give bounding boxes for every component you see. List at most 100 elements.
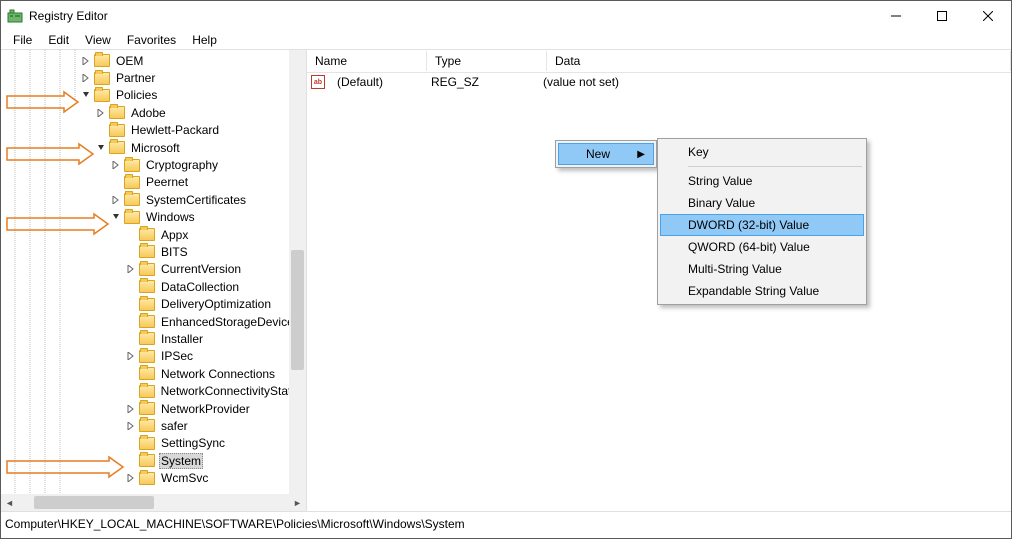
tree-node[interactable]: Network Connections — [1, 365, 306, 382]
tree-node[interactable]: SettingSync — [1, 435, 306, 452]
menu-view[interactable]: View — [77, 31, 119, 49]
chevron-right-icon[interactable] — [125, 472, 137, 484]
chevron-right-icon[interactable] — [110, 159, 122, 171]
tree-node[interactable]: BITS — [1, 243, 306, 260]
tree-node[interactable]: Hewlett-Packard — [1, 122, 306, 139]
chevron-right-icon[interactable] — [125, 403, 137, 415]
chevron-right-icon[interactable] — [95, 107, 107, 119]
submenu-arrow-icon: ▶ — [637, 149, 645, 160]
menu-item-label: Multi-String Value — [688, 262, 782, 276]
menu-item-qword-value[interactable]: QWORD (64-bit) Value — [660, 236, 864, 258]
menu-favorites[interactable]: Favorites — [119, 31, 184, 49]
menu-item-new[interactable]: New ▶ — [558, 143, 654, 165]
tree-node-label: Hewlett-Packard — [129, 123, 221, 137]
folder-icon — [139, 367, 155, 380]
tree-node[interactable]: Partner — [1, 69, 306, 86]
tree-node-label: SystemCertificates — [144, 193, 248, 207]
menu-item-expandable-string-value[interactable]: Expandable String Value — [660, 280, 864, 302]
context-submenu-new: Key String Value Binary Value DWORD (32-… — [657, 138, 867, 305]
tree-node[interactable]: NetworkProvider — [1, 400, 306, 417]
menu-edit[interactable]: Edit — [40, 31, 77, 49]
menu-item-binary-value[interactable]: Binary Value — [660, 192, 864, 214]
close-button[interactable] — [965, 1, 1011, 31]
tree-node[interactable]: safer — [1, 417, 306, 434]
chevron-none — [125, 246, 137, 258]
tree-node[interactable]: EnhancedStorageDevices — [1, 313, 306, 330]
chevron-right-icon[interactable] — [80, 72, 92, 84]
context-menu: New ▶ — [555, 140, 657, 168]
chevron-down-icon[interactable] — [95, 142, 107, 154]
tree-node-label: Microsoft — [129, 141, 182, 155]
tree-node[interactable]: WcmSvc — [1, 469, 306, 486]
chevron-down-icon[interactable] — [80, 89, 92, 101]
cell-type: REG_SZ — [423, 75, 535, 89]
tree-node[interactable]: DeliveryOptimization — [1, 295, 306, 312]
chevron-right-icon[interactable] — [80, 55, 92, 67]
tree-node[interactable]: CurrentVersion — [1, 261, 306, 278]
menu-item-key[interactable]: Key — [660, 141, 864, 163]
tree-node[interactable]: Peernet — [1, 174, 306, 191]
tree-vertical-scrollbar[interactable] — [289, 50, 306, 494]
registry-tree[interactable]: OEMPartnerPoliciesAdobe Hewlett-Packard Mi… — [1, 50, 306, 487]
cell-name: (Default) — [329, 75, 423, 89]
tree-node[interactable]: Cryptography — [1, 156, 306, 173]
tree-node[interactable]: Appx — [1, 226, 306, 243]
menu-help[interactable]: Help — [184, 31, 225, 49]
tree-node[interactable]: Microsoft — [1, 139, 306, 156]
folder-icon — [139, 472, 155, 485]
chevron-right-icon[interactable] — [125, 350, 137, 362]
string-value-icon: ab — [311, 75, 325, 89]
tree-node-label: Network Connections — [159, 367, 277, 381]
chevron-none — [125, 385, 137, 397]
folder-icon — [139, 263, 155, 276]
column-name[interactable]: Name — [307, 51, 427, 71]
folder-icon — [139, 350, 155, 363]
menu-item-label: String Value — [688, 174, 752, 188]
folder-icon — [139, 454, 155, 467]
chevron-none — [125, 437, 137, 449]
column-data[interactable]: Data — [547, 51, 1011, 71]
folder-icon — [139, 402, 155, 415]
tree-node-label: System — [159, 453, 203, 469]
tree-horizontal-scrollbar[interactable]: ◄► — [1, 494, 306, 511]
menu-item-dword-value[interactable]: DWORD (32-bit) Value — [660, 214, 864, 236]
chevron-none — [125, 229, 137, 241]
tree-node[interactable]: NetworkConnectivityStatus — [1, 382, 306, 399]
folder-icon — [139, 385, 155, 398]
tree-node[interactable]: Windows — [1, 209, 306, 226]
menu-item-label: Expandable String Value — [688, 284, 819, 298]
folder-icon — [94, 89, 110, 102]
tree-node[interactable]: SystemCertificates — [1, 191, 306, 208]
chevron-right-icon[interactable] — [110, 194, 122, 206]
minimize-button[interactable] — [873, 1, 919, 31]
folder-icon — [139, 315, 155, 328]
chevron-right-icon[interactable] — [125, 263, 137, 275]
menu-separator — [688, 166, 862, 167]
list-row[interactable]: ab (Default) REG_SZ (value not set) — [307, 73, 1011, 91]
chevron-none — [125, 298, 137, 310]
folder-icon — [139, 228, 155, 241]
menu-item-string-value[interactable]: String Value — [660, 170, 864, 192]
tree-node[interactable]: OEM — [1, 52, 306, 69]
tree-node-label: WcmSvc — [159, 471, 210, 485]
chevron-down-icon[interactable] — [110, 211, 122, 223]
tree-node[interactable]: Installer — [1, 330, 306, 347]
folder-icon — [109, 124, 125, 137]
folder-icon — [139, 332, 155, 345]
tree-node[interactable]: Policies — [1, 87, 306, 104]
menu-item-multi-string-value[interactable]: Multi-String Value — [660, 258, 864, 280]
folder-icon — [139, 437, 155, 450]
menu-item-label: DWORD (32-bit) Value — [688, 218, 809, 232]
tree-node[interactable]: System — [1, 452, 306, 469]
chevron-right-icon[interactable] — [125, 420, 137, 432]
tree-node[interactable]: IPSec — [1, 348, 306, 365]
menu-file[interactable]: File — [5, 31, 40, 49]
maximize-button[interactable] — [919, 1, 965, 31]
tree-node[interactable]: DataCollection — [1, 278, 306, 295]
menu-item-label: QWORD (64-bit) Value — [688, 240, 810, 254]
tree-node[interactable]: Adobe — [1, 104, 306, 121]
column-type[interactable]: Type — [427, 51, 547, 71]
chevron-none — [125, 368, 137, 380]
tree-node-label: IPSec — [159, 349, 195, 363]
folder-icon — [109, 106, 125, 119]
